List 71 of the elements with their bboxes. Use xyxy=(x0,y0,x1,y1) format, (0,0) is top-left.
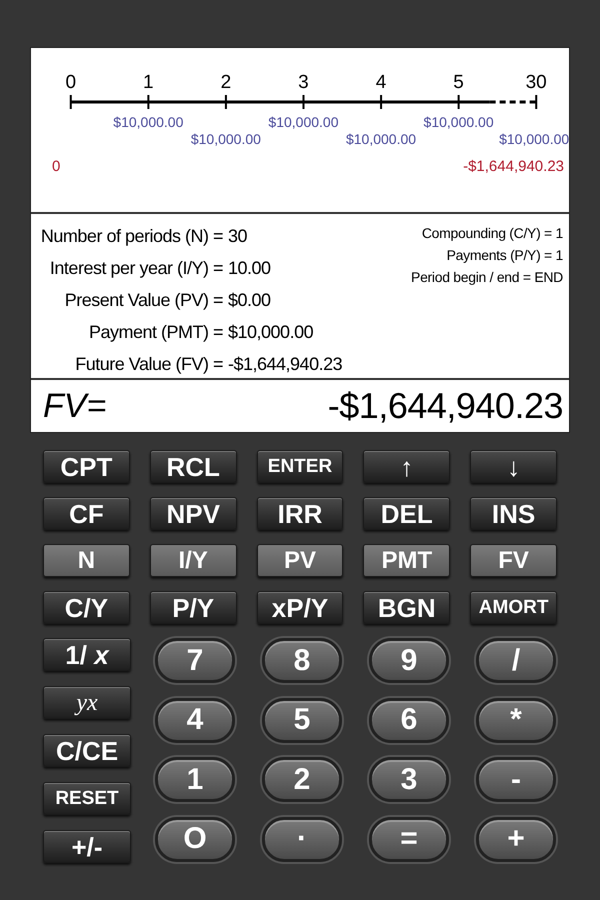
input-value: 30 xyxy=(228,225,248,248)
calculator-key[interactable]: INS xyxy=(470,497,557,530)
payment-amount: $10,000.00 xyxy=(422,113,495,132)
keypad-key[interactable]: 2 xyxy=(262,757,342,802)
future-value-amount: -$1,644,940.23 xyxy=(463,157,564,177)
calculator-key[interactable]: DEL xyxy=(363,497,450,530)
payment-amount: $10,000.00 xyxy=(190,130,262,149)
calculator-key[interactable]: AMORT xyxy=(470,591,557,624)
payment-amount: $10,000.00 xyxy=(112,113,184,132)
keypad-key[interactable]: / xyxy=(476,638,556,683)
keypad-key[interactable]: 9 xyxy=(369,638,449,683)
payment-amount: $10,000.00 xyxy=(344,130,418,149)
input-label: Future Value (FV) = xyxy=(74,353,223,376)
calculator-key[interactable]: N xyxy=(43,544,130,577)
period-label: 2 xyxy=(220,72,232,94)
keypad-key[interactable]: * xyxy=(476,698,556,742)
period-label: 3 xyxy=(297,72,310,94)
setting-text: Compounding (C/Y) = 1 xyxy=(422,224,563,243)
calculator-key[interactable]: BGN xyxy=(363,591,450,624)
period-label: 1 xyxy=(142,72,155,94)
present-value-amount: 0 xyxy=(52,157,60,177)
calculator-key[interactable]: NPV xyxy=(150,497,237,530)
calculator-key[interactable]: IRR xyxy=(256,497,344,530)
calculator-key[interactable]: RCL xyxy=(150,450,237,483)
calculator-key[interactable]: P/Y xyxy=(150,591,237,624)
calculator-key[interactable]: RESET xyxy=(43,782,131,815)
keypad-key[interactable]: 8 xyxy=(262,638,342,683)
calculator-key[interactable]: yx xyxy=(43,686,131,719)
input-value: $10,000.00 xyxy=(228,321,314,344)
input-value: 10.00 xyxy=(228,257,272,280)
setting-text: Period begin / end = END xyxy=(411,268,563,287)
input-label: Payment (PMT) = xyxy=(88,321,223,344)
calculator-key[interactable]: I/Y xyxy=(150,544,237,577)
calculator-key[interactable]: C/Y xyxy=(43,591,130,624)
calculator-key[interactable]: xP/Y xyxy=(256,591,344,624)
calculator-key[interactable]: 1/ x xyxy=(43,638,131,671)
keypad-key[interactable]: = xyxy=(369,816,449,862)
calculator-key[interactable]: ↓ xyxy=(470,450,557,483)
keypad-key[interactable]: 5 xyxy=(262,698,342,742)
setting-text: Payments (P/Y) = 1 xyxy=(446,246,563,265)
keypad-key[interactable]: 7 xyxy=(155,638,235,683)
display-label: FV= xyxy=(43,386,106,426)
calculator-key[interactable]: C/CE xyxy=(43,734,131,767)
keypad-key[interactable]: - xyxy=(476,757,556,802)
calculator-key[interactable]: FV xyxy=(470,544,557,577)
period-label: 5 xyxy=(452,72,465,94)
input-label: Interest per year (I/Y) = xyxy=(48,257,223,280)
input-value: -$1,644,940.23 xyxy=(228,353,342,376)
payment-amount: $10,000.00 xyxy=(498,130,570,149)
period-label: 4 xyxy=(374,72,388,94)
keypad-key[interactable]: 6 xyxy=(369,698,449,742)
calculator-key[interactable]: PMT xyxy=(363,544,450,577)
period-label: 0 xyxy=(64,72,78,94)
payment-amount: $10,000.00 xyxy=(267,113,340,132)
calculator-key[interactable]: CPT xyxy=(43,450,130,483)
keypad-key[interactable]: 4 xyxy=(155,698,235,742)
input-label: Number of periods (N) = xyxy=(40,225,223,248)
keypad-key[interactable]: · xyxy=(262,816,342,862)
keypad-key[interactable]: 1 xyxy=(155,757,235,802)
calculator-key[interactable]: CF xyxy=(43,497,130,530)
display-value: -$1,644,940.23 xyxy=(328,384,563,428)
period-label: 30 xyxy=(524,72,548,94)
keypad-key[interactable]: O xyxy=(155,816,235,862)
keypad-key[interactable]: 3 xyxy=(369,757,449,802)
calculator-key[interactable]: +/- xyxy=(43,830,131,863)
calculator-key[interactable]: ↑ xyxy=(363,450,450,483)
calculator-key[interactable]: ENTER xyxy=(256,450,344,483)
keypad-key[interactable]: + xyxy=(476,816,556,862)
calculator-key[interactable]: PV xyxy=(256,544,344,577)
input-value: $0.00 xyxy=(228,289,272,312)
input-label: Present Value (PV) = xyxy=(64,289,223,312)
